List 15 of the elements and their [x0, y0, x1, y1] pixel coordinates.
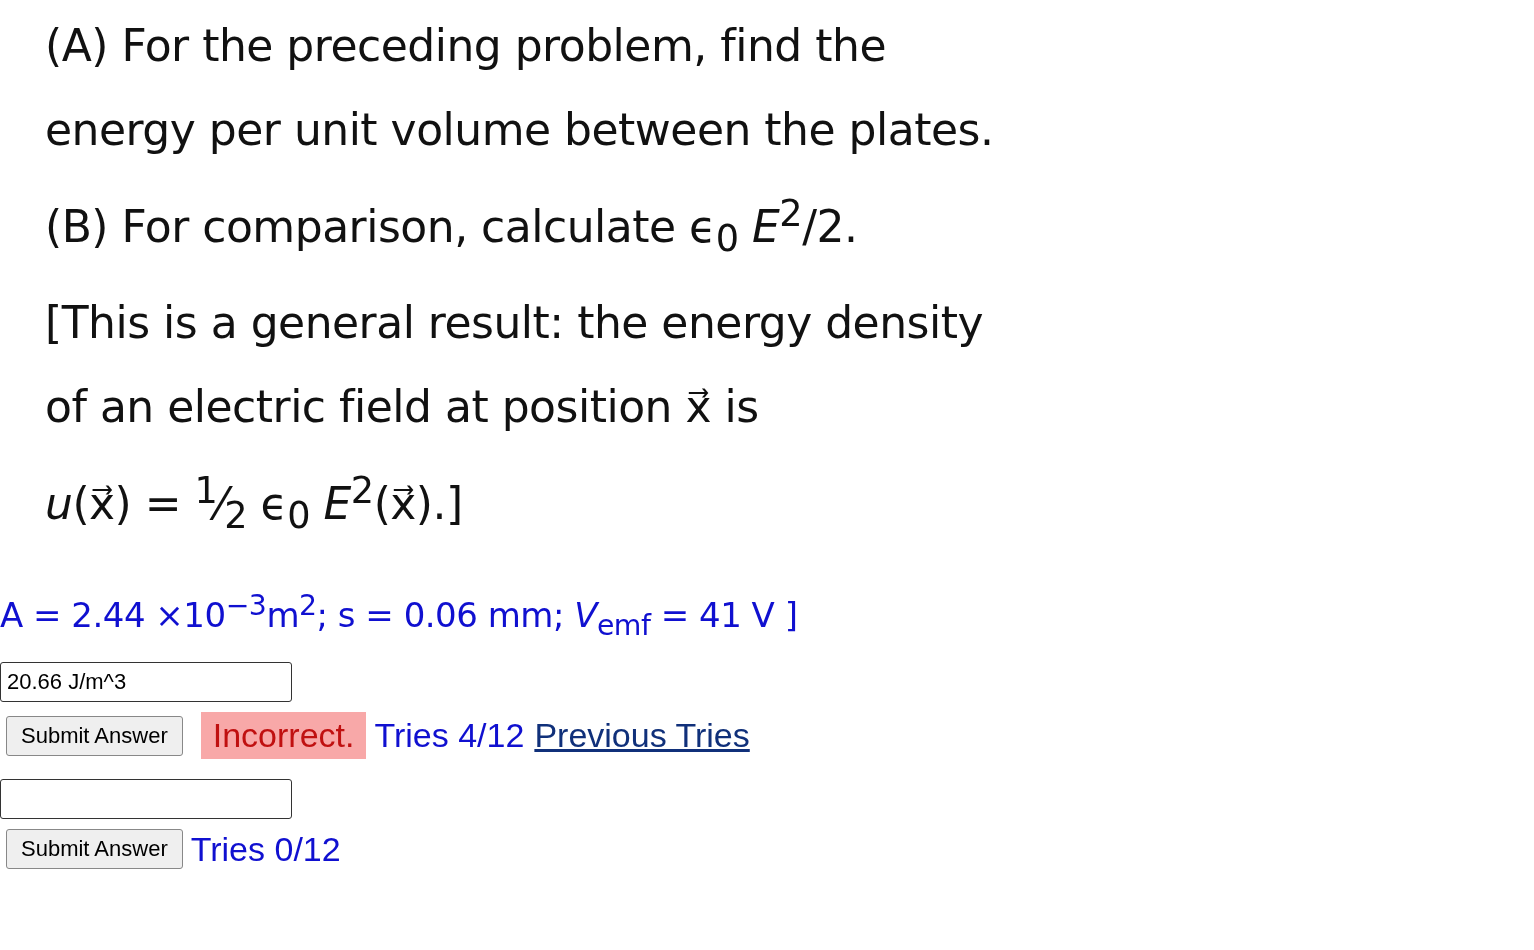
previous-tries-link[interactable]: Previous Tries — [534, 716, 750, 756]
problem-text: u(x⃗) = $^{1}$⁄$_{2}$ ϵ$_{0}$ E$^{2}$(x⃗).] — [45, 468, 464, 540]
answer-field[interactable] — [0, 779, 292, 820]
submit-answer-button[interactable]: Submit Answer — [6, 715, 183, 756]
problem-text: [This is a general result: the energy density — [45, 296, 984, 351]
tries-count: Tries 0/12 — [190, 829, 341, 869]
tries-count: Tries 4/12 — [374, 716, 525, 756]
given-values: A = 2.44 ×10$^{−3}$m$^{2}$; s = 0.06 mm; V$_{emf}$ = 41 V ] — [0, 588, 799, 643]
submit-answer-button[interactable]: Submit Answer — [6, 829, 183, 870]
problem-text: energy per unit volume between the plates. — [45, 103, 995, 157]
problem-text: of an electric field at position x⃗ is — [45, 380, 760, 435]
problem-text: (A) For the preceding problem, find the — [45, 19, 887, 73]
answer-field[interactable]: 20.66 J/m^3 — [0, 662, 292, 703]
problem-text: (B) For comparison, calculate ϵ$_{0}$ E$^{2}$/2. — [45, 191, 859, 263]
incorrect-feedback: Incorrect. — [200, 712, 367, 760]
